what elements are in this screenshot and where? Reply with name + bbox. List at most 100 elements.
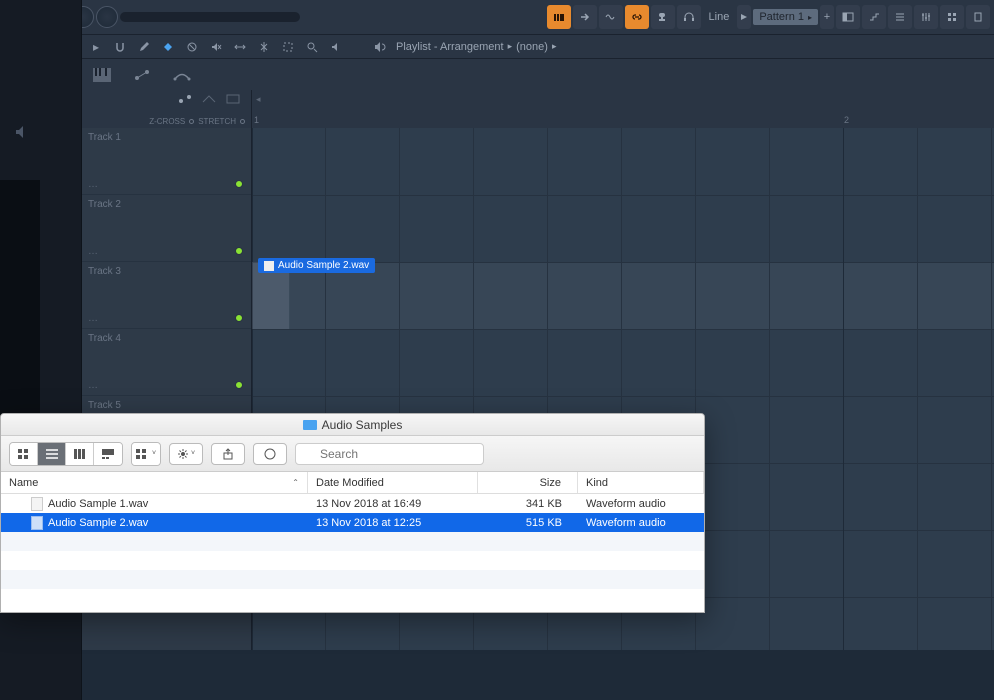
track-active-dot[interactable] [235, 180, 243, 188]
slip-icon[interactable] [232, 39, 248, 55]
chevron-right-icon: ▸ [508, 41, 513, 52]
action-button[interactable]: ˅ [169, 443, 203, 465]
view-icon-button[interactable] [10, 443, 38, 465]
pattern-selector[interactable]: Pattern 1 ▸ [753, 9, 818, 25]
track-header-1[interactable]: Track 1… [82, 128, 251, 195]
col-size[interactable]: Size [478, 472, 578, 493]
track-active-dot[interactable] [235, 247, 243, 255]
mode-line[interactable] [201, 93, 219, 111]
view-segmented [9, 442, 123, 466]
file-row[interactable]: Audio Sample 1.wav 13 Nov 2018 at 16:49 … [1, 494, 704, 513]
mode-row [82, 90, 251, 114]
gear-icon [177, 448, 189, 460]
view-1[interactable] [836, 5, 860, 29]
select-icon[interactable] [280, 39, 296, 55]
chevron-right-icon: ▸ [552, 41, 557, 52]
mute-icon[interactable] [208, 39, 224, 55]
sub-toolbar [82, 58, 994, 90]
marker-icon [553, 11, 565, 23]
auto-tool[interactable] [128, 61, 156, 89]
playlist-header: ▸ Playlist - Arrangement ▸ (none) ▸ [82, 34, 994, 58]
mode-bars[interactable] [225, 93, 243, 111]
link-button[interactable] [625, 5, 649, 29]
erase-icon[interactable] [184, 39, 200, 55]
magnet-icon[interactable] [112, 39, 128, 55]
empty-row [1, 589, 704, 608]
gallery-view-icon [102, 449, 114, 459]
ruler[interactable]: ◂ 1 2 [252, 90, 994, 128]
piano-tool[interactable] [88, 61, 116, 89]
sort-caret-icon: ⌃ [292, 478, 299, 487]
view-gallery-button[interactable] [94, 443, 122, 465]
audio-clip[interactable]: Audio Sample 2.wav [258, 258, 375, 273]
wave-button[interactable] [599, 5, 623, 29]
view-column-button[interactable] [66, 443, 94, 465]
zcross-toggle[interactable] [189, 119, 194, 124]
view-2[interactable] [862, 5, 886, 29]
stretch-toggle[interactable] [240, 119, 245, 124]
empty-row [1, 570, 704, 589]
track-header-2[interactable]: Track 2… [82, 195, 251, 262]
playback-icon[interactable] [328, 39, 344, 55]
ruler-options: Z-CROSS STRETCH [82, 114, 251, 128]
track-header-4[interactable]: Track 4… [82, 329, 251, 396]
folder-icon [303, 420, 317, 430]
col-name[interactable]: Name⌃ [1, 472, 308, 493]
file-row-selected[interactable]: Audio Sample 2.wav 13 Nov 2018 at 12:25 … [1, 513, 704, 532]
group-segmented: ˅ [131, 442, 161, 466]
arrow-button[interactable] [573, 5, 597, 29]
slice-icon[interactable] [256, 39, 272, 55]
view-4[interactable] [914, 5, 938, 29]
knob-2[interactable] [96, 6, 118, 28]
share-button[interactable] [211, 443, 245, 465]
pencil-icon[interactable] [136, 39, 152, 55]
zoom-icon[interactable] [304, 39, 320, 55]
icon-view-icon [18, 449, 30, 459]
share-icon [222, 448, 234, 460]
view-list-button[interactable] [38, 443, 66, 465]
add-pattern[interactable]: + [820, 5, 834, 29]
arrow-right-icon [579, 11, 591, 23]
tag-icon [264, 448, 276, 460]
scroll-left[interactable]: ◂ [256, 94, 261, 110]
track-active-dot[interactable] [235, 381, 243, 389]
mode-wave[interactable] [177, 93, 195, 111]
chess-button[interactable] [651, 5, 675, 29]
tags-button[interactable] [253, 443, 287, 465]
speaker-icon[interactable] [14, 124, 30, 140]
list-view-icon [46, 449, 58, 459]
doc-icon [972, 11, 984, 23]
headphones-button[interactable] [677, 5, 701, 29]
panel-icon [842, 11, 854, 23]
finder-window: Audio Samples ˅ ˅ Name⌃ Date Modified Si… [0, 413, 705, 613]
play-small[interactable] [737, 5, 751, 29]
top-toolbar: Track 4 Line Pattern 1 ▸ + [0, 0, 994, 34]
empty-row [1, 551, 704, 570]
finder-titlebar[interactable]: Audio Samples [1, 414, 704, 436]
finder-rows: Audio Sample 1.wav 13 Nov 2018 at 16:49 … [1, 494, 704, 608]
marker-button[interactable] [547, 5, 571, 29]
curve-tool[interactable] [168, 61, 196, 89]
col-kind[interactable]: Kind [578, 472, 704, 493]
menu-caret[interactable]: ▸ [88, 39, 104, 55]
track-header-3[interactable]: Track 3… [82, 262, 251, 329]
grid-icon [946, 11, 958, 23]
search-wrap [295, 443, 696, 465]
group-button[interactable]: ˅ [132, 443, 160, 465]
piece-icon [657, 11, 669, 23]
automation-icon [133, 68, 151, 82]
slider[interactable] [120, 12, 300, 22]
paint-icon[interactable] [160, 39, 176, 55]
speaker-play-icon[interactable] [372, 39, 388, 55]
track-active-dot[interactable] [235, 314, 243, 322]
search-input[interactable] [295, 443, 484, 465]
link-icon [631, 11, 643, 23]
col-date[interactable]: Date Modified [308, 472, 478, 493]
view-5[interactable] [940, 5, 964, 29]
playlist-title[interactable]: Playlist - Arrangement ▸ (none) ▸ [396, 41, 556, 53]
piano-icon [93, 68, 111, 82]
view-3[interactable] [888, 5, 912, 29]
view-6[interactable] [966, 5, 990, 29]
group-icon [136, 449, 150, 459]
finder-columns: Name⌃ Date Modified Size Kind [1, 472, 704, 494]
